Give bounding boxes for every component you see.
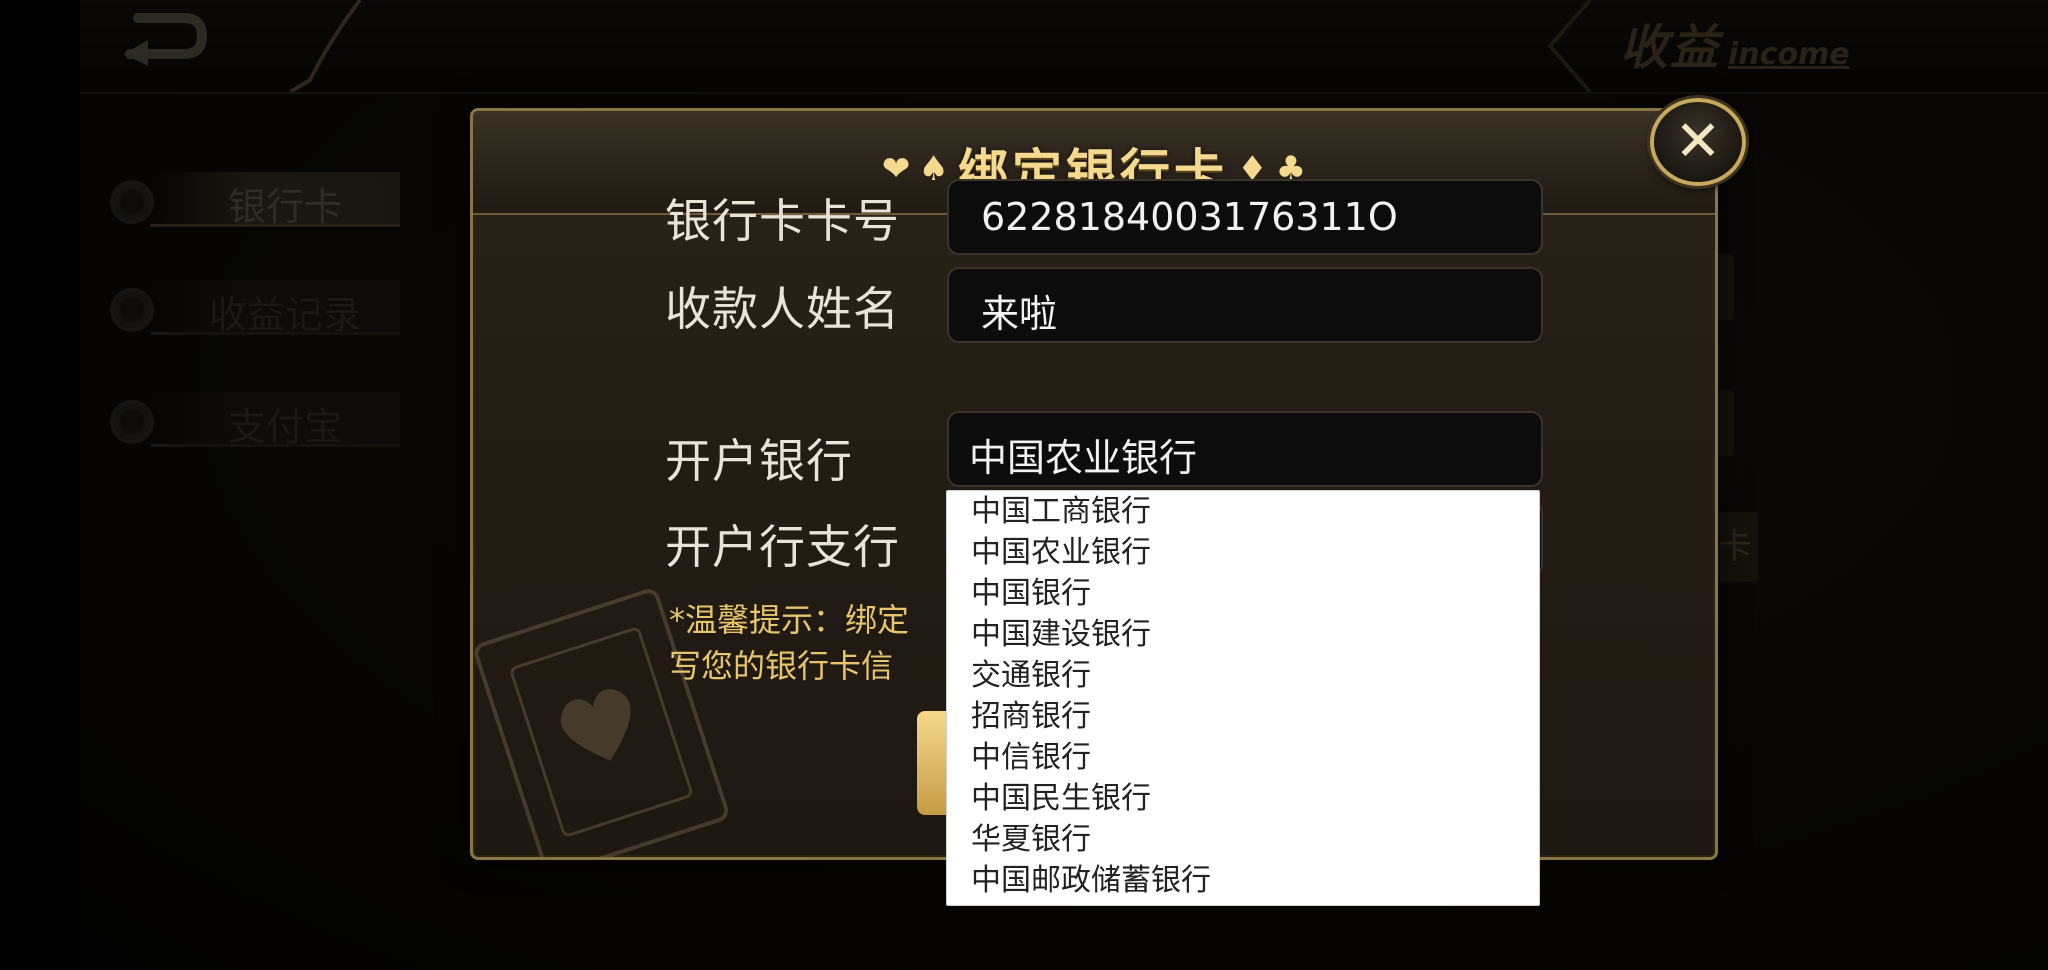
- spade-icon: ♠: [918, 149, 949, 189]
- branch-label: 开户行支行: [665, 520, 900, 574]
- bank-dropdown-list: 中国工商银行 中国农业银行 中国银行 中国建设银行 交通银行 招商银行 中信银行…: [946, 490, 1540, 906]
- bank-label: 开户银行: [665, 434, 853, 488]
- bank-option[interactable]: 中国邮政储蓄银行: [971, 860, 1531, 901]
- payee-name-input[interactable]: 来啦: [947, 267, 1543, 343]
- bank-select[interactable]: 中国农业银行: [947, 411, 1543, 487]
- tip-line-2: 写您的银行卡信: [669, 647, 894, 685]
- bank-option[interactable]: 华夏银行: [971, 819, 1531, 860]
- close-button[interactable]: ✕: [1650, 98, 1746, 186]
- tip-text: *温馨提示：绑定 写您的银行卡信: [669, 597, 969, 689]
- payee-name-label: 收款人姓名: [665, 282, 900, 336]
- bank-option[interactable]: 交通银行: [971, 655, 1531, 696]
- bank-option[interactable]: 中国农业银行: [971, 532, 1531, 573]
- card-number-value: 6228184003176311O: [981, 195, 1398, 239]
- tip-line-1: *温馨提示：绑定: [669, 601, 910, 639]
- payee-name-value: 来啦: [981, 292, 1058, 336]
- card-number-input[interactable]: 6228184003176311O: [947, 179, 1543, 255]
- close-icon: ✕: [1674, 109, 1722, 174]
- card-number-label: 银行卡卡号: [665, 194, 900, 248]
- bank-option[interactable]: 中国工商银行: [971, 491, 1531, 532]
- bank-option[interactable]: 中国民生银行: [971, 778, 1531, 819]
- bank-option[interactable]: 中信银行: [971, 737, 1531, 778]
- heart-icon: ❤: [881, 149, 911, 189]
- screen: 收益income 银行卡 收益记录 支付宝 卡 ❤♠ 绑定银行卡 ♦♣: [0, 0, 2048, 970]
- bank-option[interactable]: 中国建设银行: [971, 614, 1531, 655]
- bank-select-value: 中国农业银行: [969, 436, 1198, 480]
- bank-option[interactable]: 招商银行: [971, 696, 1531, 737]
- bank-option[interactable]: 中国银行: [971, 573, 1531, 614]
